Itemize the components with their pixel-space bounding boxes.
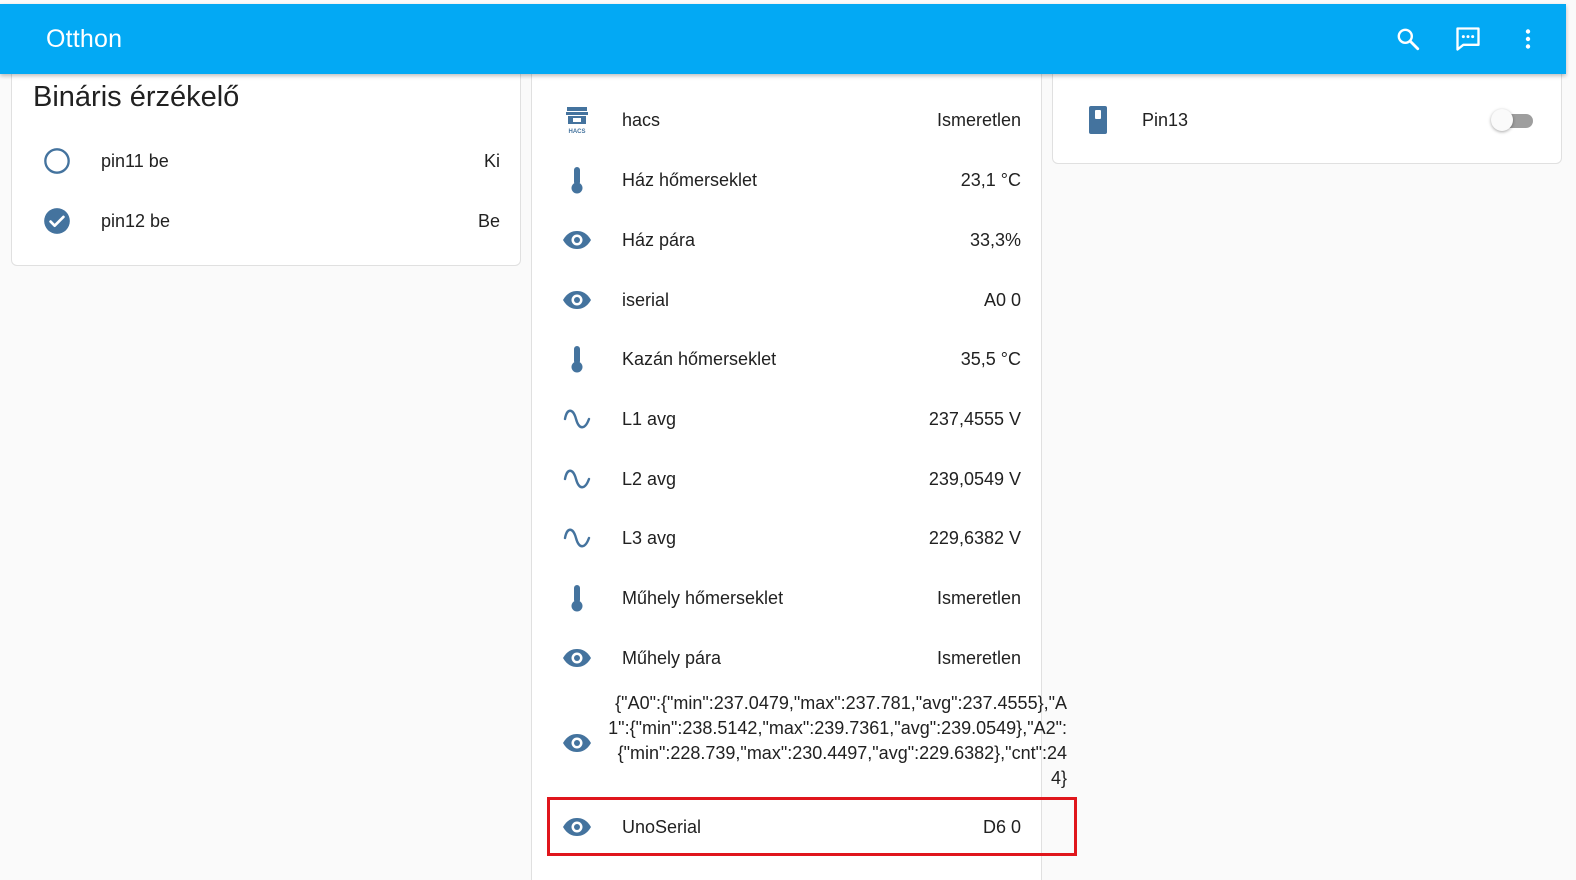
- entity-name: Kazán hőmerseklet: [622, 348, 777, 369]
- eye-icon: [562, 643, 592, 673]
- entity-state: Ismeretlen: [936, 109, 1021, 130]
- binary-sensor-card: Bináris érzékelő pin11 be Ki pin12 be Be: [11, 60, 521, 266]
- sensor-card: HACS hacs Ismeretlen Ház hőmerseklet 23,…: [531, 60, 1067, 880]
- entity-name: Műhely hőmerseklet: [622, 587, 784, 608]
- card-title: Bináris érzékelő: [33, 81, 240, 113]
- eye-icon: [562, 225, 592, 255]
- entity-name: UnoSerial: [622, 816, 702, 837]
- circle-outline-icon: [42, 146, 72, 176]
- entity-state: 237,4555 V: [928, 408, 1021, 429]
- entity-state: Ki: [483, 150, 500, 171]
- entity-row-l1-avg[interactable]: L1 avg 237,4555 V: [532, 389, 1041, 449]
- eye-icon: [562, 285, 592, 315]
- entity-name: Ház hőmerseklet: [622, 169, 758, 190]
- entity-state: 35,5 °C: [960, 348, 1021, 369]
- pin13-toggle[interactable]: [1491, 109, 1535, 131]
- entity-row-haz-homerseklet[interactable]: Ház hőmerseklet 23,1 °C: [532, 150, 1041, 210]
- top-app-bar: Otthon: [0, 4, 1566, 74]
- entity-state: 33,3%: [969, 229, 1021, 250]
- entity-state: {"A0":{"min":237.0479,"max":237.781,"avg…: [608, 693, 1067, 788]
- entity-state: 239,0549 V: [928, 468, 1021, 489]
- chat-message-icon[interactable]: [1450, 21, 1486, 57]
- switch-icon: [1083, 105, 1113, 135]
- entity-row-iserial[interactable]: iserial A0 0: [532, 270, 1041, 330]
- thermometer-icon: [562, 344, 592, 374]
- entity-row-muhely-para[interactable]: Műhely pára Ismeretlen: [532, 628, 1041, 688]
- entity-row-muhely-homerseklet[interactable]: Műhely hőmerseklet Ismeretlen: [532, 568, 1041, 628]
- switch-card: Pin13: [1052, 60, 1562, 164]
- entity-state: Be: [477, 210, 500, 231]
- entity-state: 229,6382 V: [928, 527, 1021, 548]
- svg-text:HACS: HACS: [568, 129, 585, 135]
- hacs-icon: HACS: [562, 105, 592, 135]
- eye-icon: [562, 728, 592, 758]
- entity-state: A0 0: [983, 289, 1021, 310]
- entity-row-pin11[interactable]: pin11 be Ki: [12, 131, 520, 191]
- entity-row-l2-avg[interactable]: L2 avg 239,0549 V: [532, 449, 1041, 509]
- toolbar-actions: [1390, 21, 1546, 57]
- check-circle-icon: [42, 206, 72, 236]
- sine-wave-icon: [562, 523, 592, 553]
- entity-row-unoserial[interactable]: UnoSerial D6 0: [532, 797, 1041, 857]
- entity-row-pin12[interactable]: pin12 be Be: [12, 191, 520, 251]
- entity-row-l3-avg[interactable]: L3 avg 229,6382 V: [532, 508, 1041, 568]
- sine-wave-icon: [562, 464, 592, 494]
- entity-name: Pin13: [1142, 109, 1189, 130]
- entity-name: pin11 be: [101, 150, 169, 171]
- entity-row-haz-para[interactable]: Ház pára 33,3%: [532, 210, 1041, 270]
- entity-state: D6 0: [982, 816, 1021, 837]
- entity-name: Ház pára: [622, 229, 696, 250]
- more-vertical-icon[interactable]: [1510, 21, 1546, 57]
- toggle-knob: [1491, 109, 1513, 131]
- entity-state: Ismeretlen: [936, 587, 1021, 608]
- sine-wave-icon: [562, 404, 592, 434]
- entity-state: Ismeretlen: [936, 647, 1021, 668]
- entity-name: pin12 be: [101, 210, 171, 231]
- entity-row-pin13[interactable]: Pin13: [1053, 90, 1561, 150]
- entity-state: 23,1 °C: [960, 169, 1021, 190]
- page-title: Otthon: [46, 24, 123, 53]
- entity-name: hacs: [622, 109, 661, 130]
- entity-row-hacs[interactable]: HACS hacs Ismeretlen: [532, 90, 1041, 150]
- search-icon[interactable]: [1390, 21, 1426, 57]
- entity-name: Műhely pára: [622, 647, 722, 668]
- thermometer-icon: [562, 583, 592, 613]
- entity-row-kazan-homerseklet[interactable]: Kazán hőmerseklet 35,5 °C: [532, 329, 1041, 389]
- entity-name: iserial: [622, 289, 670, 310]
- entity-name: L1 avg: [622, 408, 677, 429]
- eye-icon: [562, 812, 592, 842]
- entity-name: L3 avg: [622, 527, 677, 548]
- entity-name: L2 avg: [622, 468, 677, 489]
- thermometer-icon: [562, 165, 592, 195]
